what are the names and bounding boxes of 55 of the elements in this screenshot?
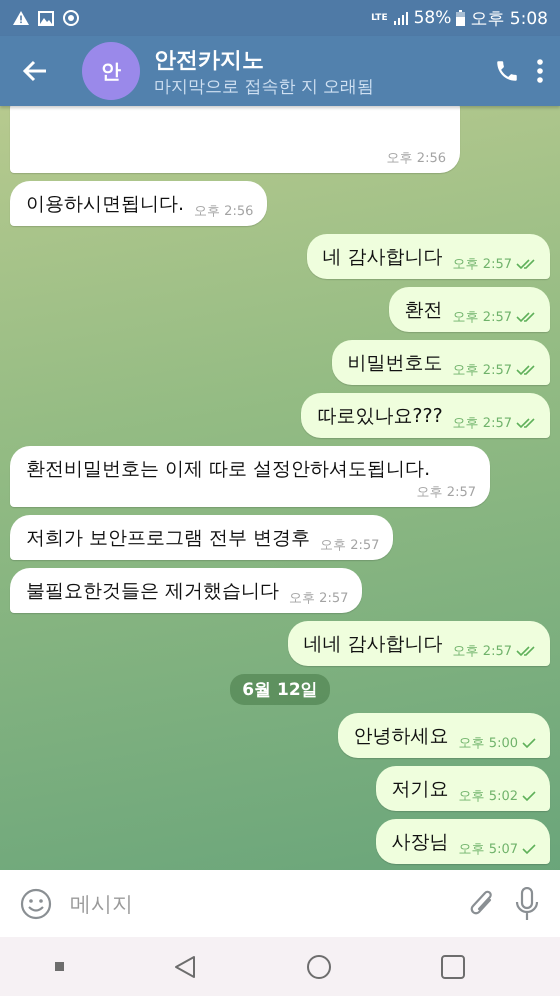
message-bubble[interactable]: 안녕하세요 오후 5:00 — [338, 713, 550, 758]
message-time: 오후 2:57 — [452, 256, 512, 273]
date-chip: 6월 12일 — [230, 674, 330, 705]
recents-nav-icon[interactable] — [440, 954, 465, 978]
message-time: 오후 2:57 — [452, 415, 512, 432]
message-time: 오후 5:07 — [458, 841, 518, 858]
last-seen-status: 마지막으로 접속한 지 오래됨 — [154, 76, 376, 98]
chat-title: 안전카지노 — [154, 46, 265, 74]
message-time: 오후 2:57 — [289, 590, 348, 607]
message-time: 오후 5:00 — [458, 735, 518, 752]
message-bubble[interactable]: 환전비밀번호는 이제 따로 설정안하셔도됩니다. 오후 2:57 — [10, 446, 490, 507]
message-bubble[interactable]: 네 감사합니다 오후 2:57 — [306, 234, 550, 279]
warning-icon — [12, 10, 30, 26]
message-text: 사장님 — [392, 830, 449, 855]
microphone-icon[interactable] — [514, 886, 540, 920]
more-icon — [536, 58, 544, 84]
battery-percent: 58% — [414, 8, 452, 28]
image-icon — [38, 10, 54, 26]
home-nav-icon[interactable] — [306, 954, 331, 978]
battery-icon — [456, 10, 466, 26]
message-text: 비밀번호도 — [348, 351, 443, 376]
signal-icon — [392, 11, 409, 25]
message-bubble[interactable]: 따로있나요??? 오후 2:57 — [301, 393, 550, 438]
message-bubble[interactable]: 저기요 오후 5:02 — [376, 766, 550, 811]
network-label: LTE — [371, 14, 388, 22]
message-text: 저기요 — [392, 777, 449, 802]
message-time: 오후 2:57 — [452, 309, 512, 326]
message-time: 오후 2:57 — [320, 537, 380, 554]
message-time: 오후 2:57 — [416, 484, 476, 501]
message-time: 오후 2:57 — [452, 643, 512, 660]
message-bubble[interactable]: 사장님 오후 5:07 — [376, 819, 550, 864]
message-time: 오후 2:56 — [194, 203, 254, 220]
message-bubble[interactable]: 이용하시면됩니다. 오후 2:56 — [10, 181, 268, 226]
emoji-icon[interactable] — [20, 888, 52, 920]
message-input[interactable]: 메시지 — [68, 890, 452, 916]
message-text: 안녕하세요 — [354, 724, 449, 749]
message-bubble[interactable]: 저희가 보안프로그램 전부 변경후 오후 2:57 — [10, 515, 394, 560]
message-time: 오후 2:56 — [386, 150, 446, 167]
message-text: 따로있나요??? — [317, 404, 443, 429]
message-time: 오후 2:57 — [452, 362, 512, 379]
back-arrow-icon — [22, 60, 48, 82]
message-bubble[interactable]: 비밀번호도 오후 2:57 — [332, 340, 550, 385]
message-bubble[interactable]: 네네 감사합니다 오후 2:57 — [288, 621, 550, 666]
message-text: 환전 — [404, 298, 443, 323]
message-text: 네 감사합니다 — [322, 245, 443, 270]
message-time: 오후 5:02 — [458, 788, 518, 805]
message-text: 이용하시면됩니다. — [26, 192, 184, 217]
clock: 오후 5:08 — [470, 8, 548, 30]
message-bubble[interactable]: 환전 오후 2:57 — [388, 287, 550, 332]
message-text: 불필요한것들은 제거했습니다 — [26, 579, 280, 604]
message-text: 저희가 보안프로그램 전부 변경후 — [26, 526, 310, 551]
back-nav-icon[interactable] — [174, 954, 196, 978]
message-text: 환전비밀번호는 이제 따로 설정안하셔도됩니다. — [26, 457, 432, 482]
message-bubble[interactable]: 불필요한것들은 제거했습니다 오후 2:57 — [10, 568, 362, 613]
message-text: 네네 감사합니다 — [304, 632, 443, 657]
